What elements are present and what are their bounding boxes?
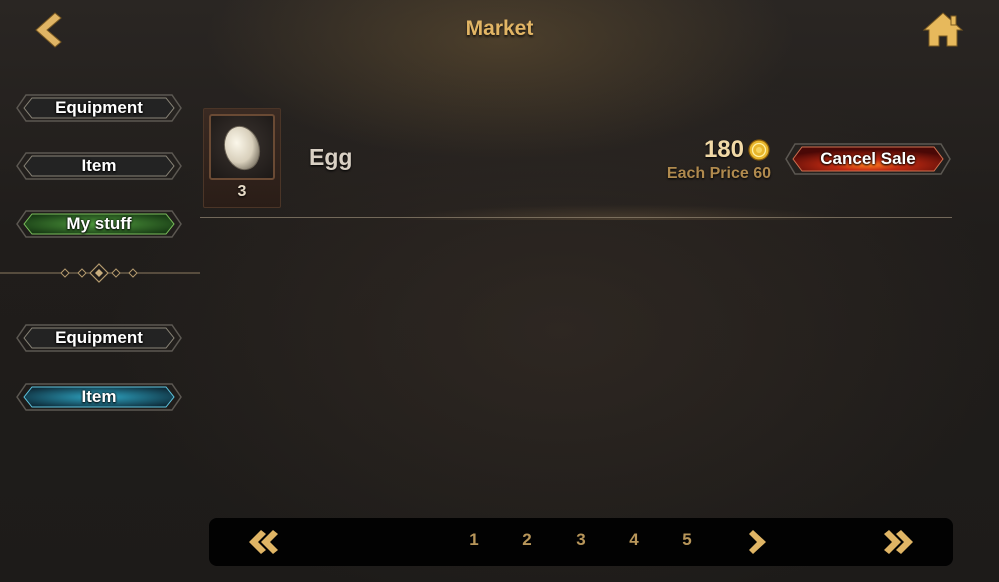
double-chevron-right-icon[interactable] — [883, 529, 915, 555]
page-title: Market — [465, 17, 534, 40]
tab-label: Item — [81, 156, 117, 175]
page-1[interactable]: 1 — [462, 530, 486, 550]
tab-label: Equipment — [55, 328, 143, 347]
home-icon — [922, 12, 964, 47]
tab-label: Item — [81, 387, 117, 406]
total-price: 180 — [703, 136, 744, 163]
gold-coin-icon — [748, 139, 770, 161]
tab-equipment-secondary[interactable]: Equipment — [16, 321, 182, 355]
double-chevron-left-icon[interactable] — [247, 529, 279, 555]
each-price: Each Price 60 — [666, 165, 771, 182]
cancel-sale-label: Cancel Sale — [820, 149, 916, 168]
item-quantity: 3 — [237, 183, 247, 200]
page-5[interactable]: 5 — [675, 530, 699, 550]
tab-equipment[interactable]: Equipment — [16, 91, 182, 125]
tab-label: Equipment — [55, 98, 143, 117]
tab-item[interactable]: Item — [16, 149, 182, 183]
egg-icon — [223, 125, 261, 171]
home-button[interactable] — [922, 10, 964, 48]
pagination-bar: 1 2 3 4 5 — [209, 518, 953, 566]
page-4[interactable]: 4 — [622, 530, 646, 550]
tab-label: My stuff — [66, 214, 132, 233]
item-slot[interactable]: 3 — [203, 108, 281, 208]
cancel-sale-button[interactable]: Cancel Sale — [785, 140, 951, 178]
ornament-divider — [0, 263, 200, 283]
page-2[interactable]: 2 — [515, 530, 539, 550]
tab-my-stuff[interactable]: My stuff — [16, 207, 182, 241]
item-icon-frame — [209, 114, 275, 180]
row-divider — [200, 217, 952, 218]
item-name: Egg — [309, 144, 353, 170]
page-3[interactable]: 3 — [569, 530, 593, 550]
tab-item-secondary[interactable]: Item — [16, 380, 182, 414]
chevron-right-icon[interactable] — [747, 529, 769, 555]
